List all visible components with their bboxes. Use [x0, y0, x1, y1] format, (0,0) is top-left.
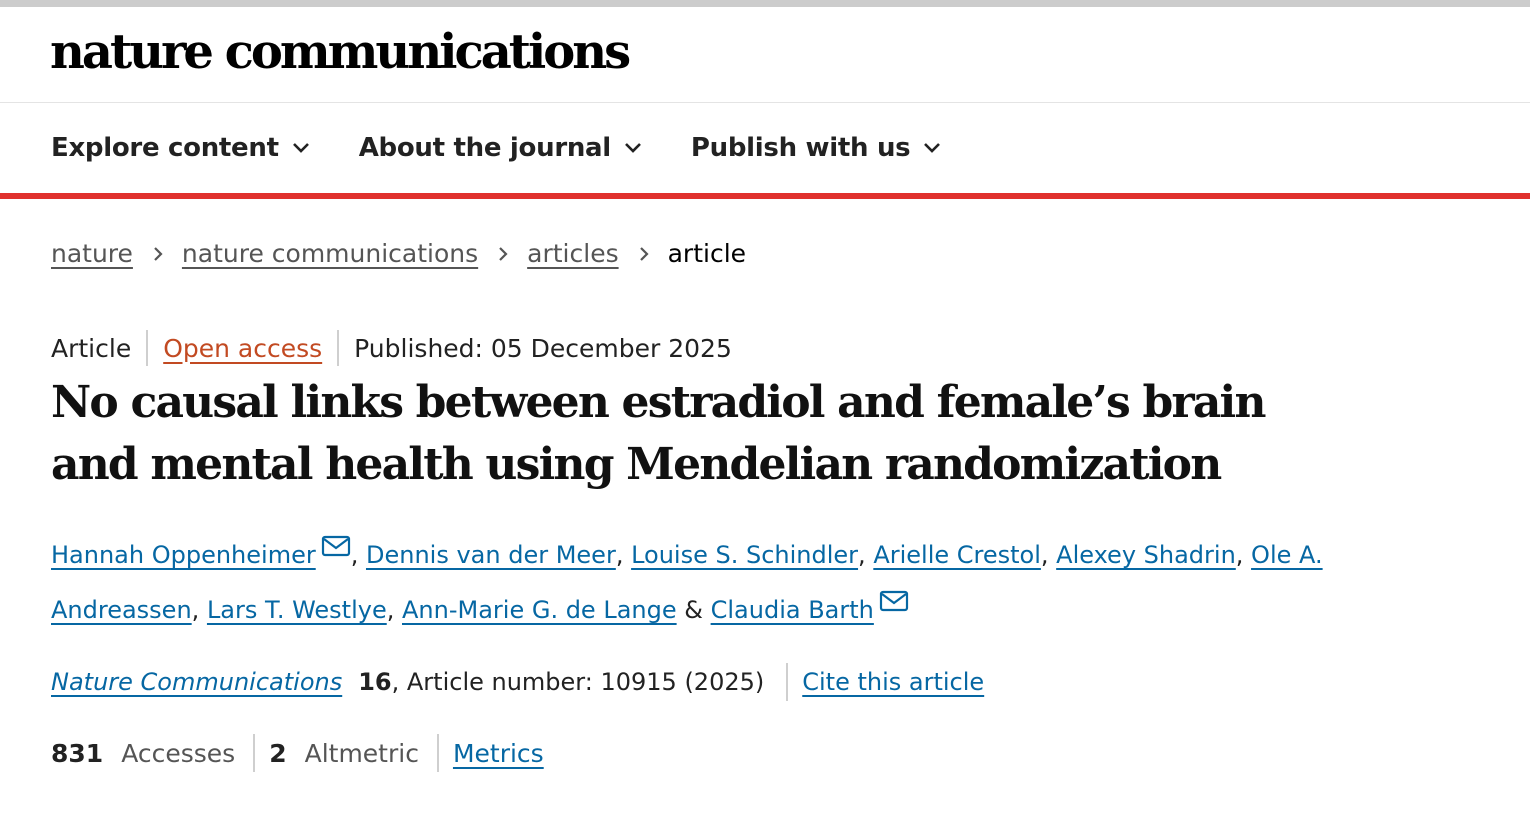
author-link[interactable]: Alexey Shadrin — [1056, 541, 1236, 569]
journal-link[interactable]: Nature Communications — [51, 668, 342, 696]
mail-icon[interactable] — [879, 590, 909, 612]
chevron-down-icon — [292, 143, 309, 153]
main-nav: Explore content About the journal Publis… — [0, 103, 1530, 199]
citation-row: Nature Communications 16 , Article numbe… — [0, 663, 1530, 701]
author-link[interactable]: Louise S. Schindler — [631, 541, 858, 569]
chevron-right-icon — [499, 246, 508, 261]
mail-icon[interactable] — [321, 535, 351, 557]
altmetric-label: Altmetric — [304, 738, 419, 768]
brand-header: nature communications — [0, 7, 1530, 103]
article-title: No causal links between estradiol and fe… — [51, 377, 1266, 490]
divider — [436, 734, 439, 772]
nav-explore-content[interactable]: Explore content — [51, 133, 311, 163]
article-number: , Article number: 10915 (2025) — [391, 668, 765, 696]
nav-item-label: About the journal — [358, 133, 611, 163]
divider — [253, 734, 256, 772]
accesses-label: Accesses — [121, 738, 236, 768]
author-link[interactable]: Arielle Crestol — [873, 541, 1041, 569]
published-date: Published: 05 December 2025 — [354, 333, 732, 363]
chevron-right-icon — [154, 246, 163, 261]
author-list: Hannah Oppenheimer, Dennis van der Meer,… — [0, 528, 1530, 638]
author-separator: , — [1040, 541, 1057, 569]
author-link[interactable]: Dennis van der Meer — [366, 541, 616, 569]
chevron-down-icon — [624, 143, 641, 153]
breadcrumb-articles[interactable]: articles — [527, 239, 618, 268]
breadcrumb: nature nature communications articles ar… — [0, 239, 1530, 268]
author-separator: , — [615, 541, 632, 569]
author-separator: , — [386, 596, 402, 624]
author-separator: , — [191, 596, 207, 624]
nav-about-journal[interactable]: About the journal — [359, 133, 643, 163]
breadcrumb-current: article — [667, 239, 747, 268]
author-link[interactable]: Hannah Oppenheimer — [51, 541, 316, 569]
accesses-count: 831 — [51, 738, 104, 768]
divider — [337, 330, 340, 366]
author-separator: , — [350, 541, 366, 569]
author-separator: , — [1235, 541, 1252, 569]
open-access-link[interactable]: Open access — [163, 334, 322, 363]
site-logo[interactable]: nature communications — [50, 28, 631, 76]
top-strip — [0, 0, 1530, 7]
nav-item-label: Explore content — [51, 133, 279, 163]
nav-item-label: Publish with us — [690, 133, 911, 163]
nav-publish-with-us[interactable]: Publish with us — [691, 133, 942, 163]
divider — [146, 330, 149, 366]
chevron-down-icon — [924, 143, 941, 153]
author-link[interactable]: Claudia Barth — [711, 596, 874, 624]
volume-number: 16 — [358, 668, 392, 696]
article-meta: Article Open access Published: 05 Decemb… — [0, 330, 1530, 366]
author-separator: & — [676, 596, 711, 624]
breadcrumb-nature-communications[interactable]: nature communications — [182, 239, 478, 268]
chevron-right-icon — [639, 246, 649, 261]
article-type: Article — [51, 333, 132, 363]
author-link[interactable]: Ann-Marie G. de Lange — [402, 596, 677, 624]
cite-this-article-link[interactable]: Cite this article — [802, 668, 984, 696]
author-separator: , — [858, 541, 874, 569]
breadcrumb-nature[interactable]: nature — [51, 239, 133, 268]
metrics-link[interactable]: Metrics — [453, 739, 544, 768]
divider — [786, 663, 789, 701]
metrics-row: 831 Accesses 2 Altmetric Metrics — [0, 734, 1530, 772]
altmetric-count: 2 — [269, 738, 287, 768]
author-link[interactable]: Lars T. Westlye — [207, 596, 387, 624]
